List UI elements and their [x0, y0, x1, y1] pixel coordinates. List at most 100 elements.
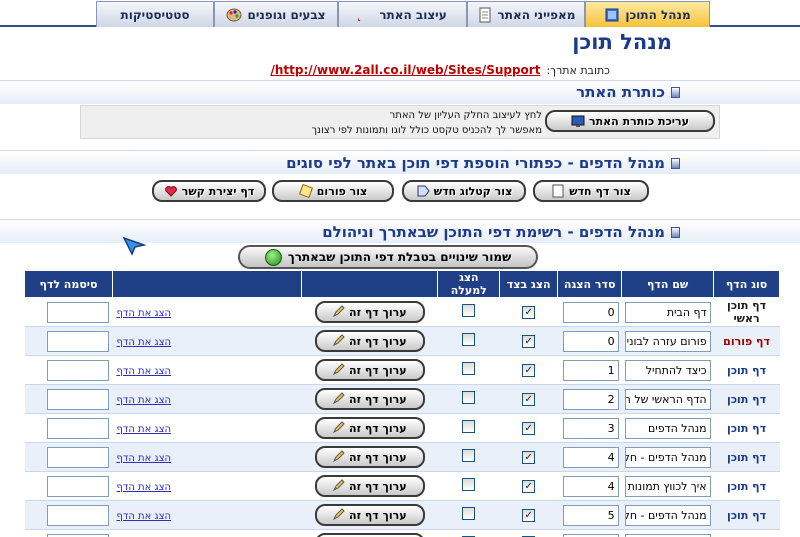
- password-input[interactable]: [47, 417, 110, 439]
- edit-page-button[interactable]: ערוך דף זה: [314, 446, 425, 468]
- create-page-button[interactable]: צור דף חדש: [533, 180, 649, 202]
- tab-colors-fonts[interactable]: צבעים וגופנים: [214, 1, 338, 27]
- show-top-checkbox[interactable]: [462, 449, 476, 462]
- edit-page-button[interactable]: ערוך דף זה: [314, 504, 425, 526]
- order-input[interactable]: 5: [562, 504, 619, 526]
- order-input[interactable]: [562, 533, 619, 537]
- button-label: ערוך דף זה: [349, 392, 407, 406]
- edit-page-button[interactable]: ערוך דף זה: [314, 475, 425, 497]
- page-name-input[interactable]: [624, 533, 711, 537]
- pencil-icon: [332, 420, 345, 436]
- green-arrow-icon: [264, 248, 282, 266]
- page-name-input[interactable]: כיצד להתחיל: [624, 359, 711, 381]
- pencil-icon: [332, 304, 345, 320]
- show-cell: הצג את הדף: [112, 297, 302, 327]
- edit-page-button[interactable]: ערוך דף זה: [314, 417, 425, 439]
- tab-site-design[interactable]: עיצוב האתר A: [338, 1, 467, 27]
- page-name-input[interactable]: מנהל הדפים: [624, 417, 711, 439]
- side-cell: [499, 529, 558, 537]
- password-input[interactable]: [47, 301, 110, 323]
- site-address-label: כתובת אתרך:: [546, 63, 610, 77]
- show-cell: הצג את הדף: [112, 326, 302, 356]
- password-input[interactable]: [47, 359, 110, 381]
- show-top-checkbox[interactable]: [462, 478, 476, 491]
- show-side-checkbox[interactable]: ✓: [522, 422, 536, 436]
- password-input[interactable]: [47, 504, 110, 526]
- order-input[interactable]: 4: [562, 475, 619, 497]
- show-page-link[interactable]: הצג את הדף: [116, 453, 171, 464]
- table-row: דף תוכן הדף הראשי של הנ 2 ✓ ערוך דף זה הצג את…: [24, 384, 780, 414]
- page-name-cell: דף הבית: [621, 297, 714, 327]
- hint-line: לחץ לעיצוב החלק העליון של האתר: [389, 110, 542, 121]
- show-top-checkbox[interactable]: [462, 507, 476, 520]
- show-side-checkbox[interactable]: ✓: [522, 364, 536, 378]
- tab-statistics[interactable]: סטטיסטיקות: [96, 1, 214, 27]
- tab-label: מנהל התוכן: [625, 7, 691, 22]
- show-side-checkbox[interactable]: ✓: [522, 306, 536, 320]
- order-input[interactable]: 0: [562, 330, 619, 352]
- show-page-link[interactable]: הצג את הדף: [116, 511, 171, 522]
- edit-site-header-button[interactable]: עריכת כותרת האתר: [545, 110, 715, 132]
- show-top-checkbox[interactable]: [462, 304, 476, 317]
- edit-page-button[interactable]: ערוך דף זה: [314, 359, 425, 381]
- table-row: דף פורום פורום עזרה לבוני ר 0 ✓ ערוך דף זה הצ…: [24, 326, 780, 356]
- page-type: דף תוכן: [713, 529, 780, 537]
- button-label: צור פורום: [316, 184, 368, 198]
- page-name-input[interactable]: מנהל הדפים - חלון: [624, 504, 711, 526]
- create-contact-page-button[interactable]: דף יצירת קשר: [152, 180, 266, 202]
- edit-page-button[interactable]: ערוך דף זה: [314, 388, 425, 410]
- show-side-checkbox[interactable]: ✓: [522, 509, 536, 523]
- password-input[interactable]: [47, 533, 110, 537]
- create-forum-button[interactable]: צור פורום: [272, 180, 394, 202]
- show-top-checkbox[interactable]: [462, 420, 476, 433]
- password-input[interactable]: [47, 475, 110, 497]
- order-input[interactable]: 3: [562, 417, 619, 439]
- side-cell: ✓: [499, 384, 558, 414]
- edit-page-button[interactable]: ערוך דף זה: [314, 533, 425, 537]
- show-page-link[interactable]: הצג את הדף: [116, 482, 171, 493]
- show-page-link[interactable]: הצג את הדף: [116, 337, 171, 348]
- show-page-link[interactable]: הצג את הדף: [116, 366, 171, 377]
- button-label: ערוך דף זה: [349, 479, 407, 493]
- order-input[interactable]: 1: [562, 359, 619, 381]
- show-top-checkbox[interactable]: [462, 362, 476, 375]
- page-name-input[interactable]: הדף הראשי של הנ: [624, 388, 711, 410]
- show-side-checkbox[interactable]: ✓: [522, 393, 536, 407]
- page-name-cell: מנהל הדפים: [621, 413, 714, 443]
- side-cell: ✓: [499, 471, 558, 501]
- order-input[interactable]: 4: [562, 446, 619, 468]
- pencil-icon: [332, 391, 345, 407]
- svg-text:A: A: [358, 7, 360, 23]
- page-name-input[interactable]: פורום עזרה לבוני ר: [624, 330, 711, 352]
- show-side-checkbox[interactable]: ✓: [522, 451, 536, 465]
- page-name-input[interactable]: דף הבית: [624, 301, 711, 323]
- show-page-link[interactable]: הצג את הדף: [116, 308, 171, 319]
- order-input[interactable]: 0: [562, 301, 619, 323]
- show-side-checkbox[interactable]: ✓: [522, 480, 536, 494]
- show-side-checkbox[interactable]: ✓: [522, 335, 536, 349]
- save-changes-button[interactable]: שמור שינויים בטבלת דפי התוכן שבאתרך: [238, 245, 538, 269]
- tab-content-manager[interactable]: מנהל התוכן: [585, 1, 710, 27]
- edit-page-button[interactable]: ערוך דף זה: [314, 330, 425, 352]
- site-address-link[interactable]: http://www.2all.co.il/web/Sites/Support/: [270, 63, 540, 77]
- page-title: מנהל תוכן: [572, 30, 672, 54]
- show-top-checkbox[interactable]: [462, 391, 476, 404]
- show-page-link[interactable]: הצג את הדף: [116, 424, 171, 435]
- create-catalog-button[interactable]: צור קטלוג חדש: [402, 180, 526, 202]
- letter-a-icon: A: [348, 7, 374, 25]
- tab-site-properties[interactable]: מאפייני האתר: [467, 1, 585, 27]
- password-input[interactable]: [47, 446, 110, 468]
- show-page-link[interactable]: הצג את הדף: [116, 395, 171, 406]
- bullet-icon: [671, 226, 680, 238]
- top-cell: [437, 384, 500, 414]
- edit-page-button[interactable]: ערוך דף זה: [314, 301, 425, 323]
- password-input[interactable]: [47, 330, 110, 352]
- heart-icon: [164, 184, 178, 198]
- page-name-input[interactable]: מנהל הדפים - חלון: [624, 446, 711, 468]
- order-input[interactable]: 2: [562, 388, 619, 410]
- page-name-input[interactable]: איך לכווץ תמונות: [624, 475, 711, 497]
- show-top-checkbox[interactable]: [462, 333, 476, 346]
- page-type: דף תוכן: [713, 355, 780, 385]
- password-input[interactable]: [47, 388, 110, 410]
- header-top: הצג למעלה: [437, 270, 501, 298]
